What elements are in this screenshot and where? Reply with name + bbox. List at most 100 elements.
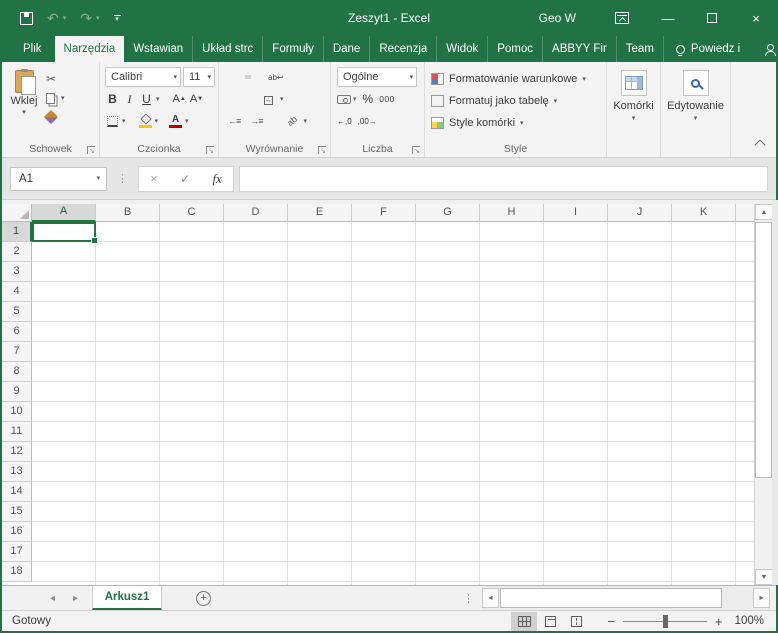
column-header-C[interactable]: C [160,204,224,222]
sheet-nav-left-icon[interactable]: ◂ [50,593,55,604]
ribbon-tab-file[interactable]: Plik [10,36,55,62]
shrink-font-button[interactable]: A ▼ [189,93,204,105]
formula-input[interactable] [239,165,768,192]
row-header-4[interactable]: 4 [2,282,32,302]
page-break-view-button[interactable] [563,612,589,631]
cancel-icon[interactable]: × [150,171,158,186]
redo-caret-icon[interactable]: ▾ [96,14,100,22]
horizontal-scrollbar[interactable]: ◂ ▸ [482,586,770,610]
maximize-button[interactable] [690,0,734,36]
merge-center-button[interactable]: ↔ [261,91,276,107]
bold-button[interactable]: B [105,92,120,106]
alignment-dialog-launcher[interactable]: ↘ [318,146,326,155]
accounting-format-button[interactable]: ▾ [337,94,357,104]
cut-button[interactable]: ✂ [46,72,65,86]
column-header-E[interactable]: E [288,204,352,222]
row-header-1[interactable]: 1 [2,222,32,242]
column-header-A[interactable]: A [32,204,96,222]
column-header-B[interactable]: B [96,204,160,222]
format-as-table-button[interactable]: Formatuj jako tabelę ▾ [431,90,606,112]
cells-canvas[interactable] [32,222,754,585]
number-format-combo[interactable]: Ogólne ▾ [337,67,417,87]
cell-styles-button[interactable]: Style komórki ▾ [431,112,606,134]
row-header-3[interactable]: 3 [2,262,32,282]
vertical-scrollbar[interactable]: ▲ ▼ [754,204,773,585]
italic-button[interactable]: I [122,92,137,107]
row-header-17[interactable]: 17 [2,542,32,562]
row-header-13[interactable]: 13 [2,462,32,482]
ribbon-tab[interactable]: Widok [437,36,489,62]
zoom-slider[interactable] [622,614,707,628]
borders-button[interactable] [105,115,120,127]
scroll-up-icon[interactable]: ▲ [755,204,773,220]
align-left-button[interactable] [225,97,231,101]
enter-check-icon[interactable]: ✓ [180,172,190,186]
decrease-decimal-button[interactable]: ,00→ [358,117,377,126]
column-header-J[interactable]: J [608,204,672,222]
selected-cell-A1[interactable] [32,222,98,244]
column-header-F[interactable]: F [352,204,416,222]
row-header-16[interactable]: 16 [2,522,32,542]
paste-button[interactable]: Wklej ▾ [2,66,46,139]
share-button[interactable]: Udostępnij [752,36,778,62]
undo-caret-icon[interactable]: ▾ [63,14,67,22]
ribbon-tab[interactable]: ABBYY Fir [543,36,617,62]
ribbon-tab[interactable]: Formuły [263,36,324,62]
wrap-text-button[interactable]: ab↩ [265,69,287,85]
conditional-formatting-button[interactable]: Formatowanie warunkowe ▾ [431,68,606,90]
sheet-nav-right-icon[interactable]: ▸ [73,593,78,604]
number-dialog-launcher[interactable]: ↘ [412,146,420,155]
horizontal-scroll-thumb[interactable] [500,588,722,608]
row-header-14[interactable]: 14 [2,482,32,502]
font-family-combo[interactable]: Calibri ▾ [105,67,181,87]
save-icon[interactable] [20,11,33,25]
underline-button[interactable]: U [139,92,154,106]
add-sheet-icon[interactable]: + [196,590,212,606]
percent-style-button[interactable]: % [363,92,374,106]
insert-function-icon[interactable]: fx [212,171,221,187]
align-center-button[interactable] [235,97,241,101]
scroll-left-icon[interactable]: ◂ [482,588,499,608]
align-middle-button[interactable] [235,75,241,79]
ribbon-display-options-button[interactable] [602,0,646,36]
ribbon-tab[interactable]: Pomoc [488,36,544,62]
ribbon-tab[interactable]: Recenzja [370,36,438,62]
column-header-partial[interactable] [736,204,754,222]
zoom-out-button[interactable]: − [607,614,615,629]
collapse-ribbon-icon[interactable] [754,139,766,151]
zoom-level[interactable]: 100% [735,615,764,627]
row-header-7[interactable]: 7 [2,342,32,362]
select-all-corner[interactable] [2,204,32,222]
increase-indent-button[interactable]: →≡ [247,113,265,129]
orientation-caret-icon[interactable]: ▾ [304,118,308,125]
redo-icon[interactable]: ↷ [80,11,92,25]
row-header-10[interactable]: 10 [2,402,32,422]
sheet-tab-arkusz1[interactable]: Arkusz1 [92,586,163,610]
align-bottom-button[interactable] [245,75,251,79]
customize-qat-icon[interactable]: ▾ [113,14,121,23]
ribbon-tab[interactable]: Wstawian [124,36,194,62]
undo-icon[interactable]: ↶ [47,11,59,25]
account-user[interactable]: Geo W [539,11,576,25]
align-right-button[interactable] [245,97,251,101]
column-header-H[interactable]: H [480,204,544,222]
ribbon-tab[interactable]: Dane [324,36,371,62]
orientation-button[interactable]: ab [284,113,300,129]
underline-caret-icon[interactable]: ▾ [156,96,160,103]
row-header-15[interactable]: 15 [2,502,32,522]
align-top-button[interactable] [225,75,231,79]
row-header-12[interactable]: 12 [2,442,32,462]
row-header-11[interactable]: 11 [2,422,32,442]
ribbon-tab-home-active[interactable]: Narzędzia [54,36,125,62]
row-header-2[interactable]: 2 [2,242,32,262]
format-painter-button[interactable] [43,109,65,125]
scroll-right-icon[interactable]: ▸ [753,588,770,608]
grow-font-button[interactable]: A ▲ [172,93,187,105]
zoom-in-button[interactable]: + [715,614,723,629]
row-header-18[interactable]: 18 [2,562,32,582]
column-header-D[interactable]: D [224,204,288,222]
increase-decimal-button[interactable]: ←,0 [337,117,352,126]
clipboard-dialog-launcher[interactable]: ↘ [87,146,95,155]
borders-caret-icon[interactable]: ▾ [122,118,126,125]
row-header-6[interactable]: 6 [2,322,32,342]
